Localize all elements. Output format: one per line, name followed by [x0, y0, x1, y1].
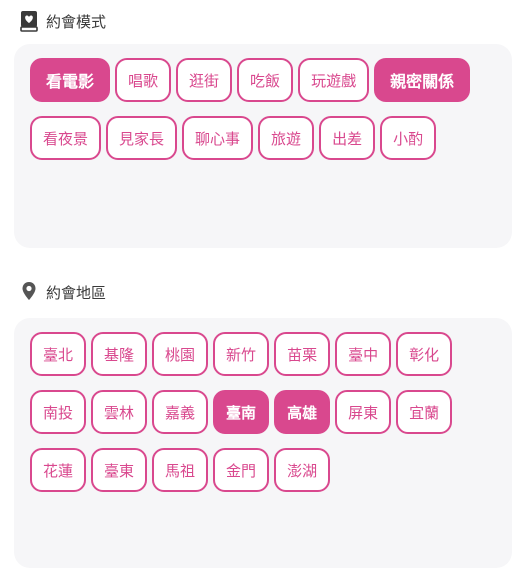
mode-section-header: 約會模式: [18, 10, 106, 32]
area-option-chip[interactable]: 新竹: [213, 332, 270, 376]
area-option-chip[interactable]: 宜蘭: [396, 390, 453, 434]
mode-option-chip[interactable]: 小酌: [380, 116, 437, 160]
area-chip-group: 臺北 基隆 桃園 新竹 苗栗 臺中 彰化南投 雲林 嘉義 臺南 高雄 屏東 宜蘭花蓮 臺東 馬祖 金門 澎湖: [30, 332, 470, 492]
area-section-header: 約會地區: [18, 281, 106, 303]
mode-option-chip[interactable]: 出差: [319, 116, 376, 160]
mode-chip-group: 看電影 唱歌 逛街 吃飯 玩遊戲 親密關係看夜景 見家長 聊心事 旅遊 出差 小酌: [30, 58, 490, 160]
area-option-chip[interactable]: 桃園: [152, 332, 209, 376]
area-section-title: 約會地區: [46, 283, 107, 302]
area-option-chip[interactable]: 基隆: [91, 332, 148, 376]
area-option-chip[interactable]: 臺東: [91, 448, 148, 492]
area-option-chip[interactable]: 澎湖: [274, 448, 331, 492]
location-pin-icon: [18, 281, 40, 303]
area-option-chip[interactable]: 彰化: [396, 332, 453, 376]
mode-option-chip[interactable]: 逛街: [176, 58, 233, 102]
area-option-chip[interactable]: 苗栗: [274, 332, 331, 376]
mode-option-chip[interactable]: 親密關係: [374, 58, 471, 102]
mode-options-panel: 看電影 唱歌 逛街 吃飯 玩遊戲 親密關係看夜景 見家長 聊心事 旅遊 出差 小酌: [14, 44, 512, 248]
mode-option-chip[interactable]: 吃飯: [237, 58, 294, 102]
area-option-chip[interactable]: 馬祖: [152, 448, 209, 492]
mode-option-chip[interactable]: 唱歌: [115, 58, 172, 102]
area-option-chip[interactable]: 屏東: [335, 390, 392, 434]
mode-option-chip[interactable]: 見家長: [106, 116, 178, 160]
area-option-chip[interactable]: 高雄: [274, 390, 331, 434]
mode-section-title: 約會模式: [46, 12, 107, 31]
mode-option-chip[interactable]: 旅遊: [258, 116, 315, 160]
area-option-chip[interactable]: 臺南: [213, 390, 270, 434]
mode-option-chip[interactable]: 玩遊戲: [298, 58, 370, 102]
heart-book-icon: [18, 10, 40, 32]
mode-option-chip[interactable]: 聊心事: [182, 116, 254, 160]
area-option-chip[interactable]: 嘉義: [152, 390, 209, 434]
area-option-chip[interactable]: 臺中: [335, 332, 392, 376]
area-option-chip[interactable]: 金門: [213, 448, 270, 492]
area-option-chip[interactable]: 南投: [30, 390, 87, 434]
area-option-chip[interactable]: 雲林: [91, 390, 148, 434]
area-option-chip[interactable]: 花蓮: [30, 448, 87, 492]
area-option-chip[interactable]: 臺北: [30, 332, 87, 376]
mode-option-chip[interactable]: 看夜景: [30, 116, 102, 160]
mode-option-chip[interactable]: 看電影: [30, 58, 111, 102]
area-options-panel: 臺北 基隆 桃園 新竹 苗栗 臺中 彰化南投 雲林 嘉義 臺南 高雄 屏東 宜蘭花蓮 臺東 馬祖 金門 澎湖: [14, 318, 512, 568]
